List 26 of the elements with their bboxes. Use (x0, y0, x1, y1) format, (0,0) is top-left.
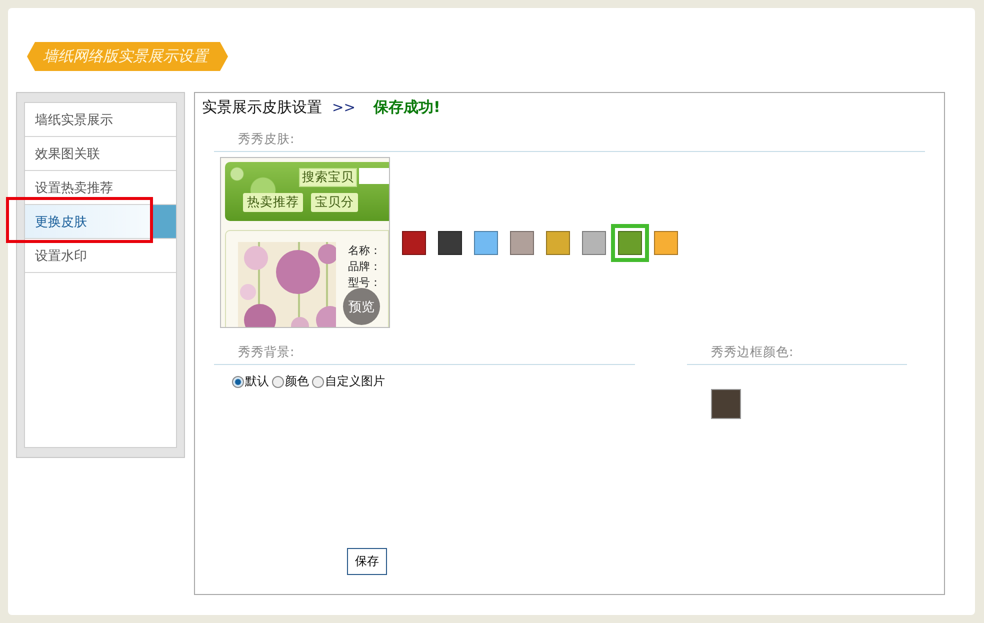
border-color-swatch[interactable] (711, 389, 741, 419)
search-label: 搜索宝贝 (299, 168, 357, 187)
breadcrumb: 实景展示皮肤设置 (202, 98, 322, 117)
color-swatch[interactable] (510, 230, 534, 254)
sidebar-item[interactable]: 更换皮肤 (25, 205, 176, 239)
color-swatch[interactable] (654, 230, 678, 254)
save-button[interactable]: 保存 (347, 548, 387, 575)
color-swatch[interactable] (438, 230, 462, 254)
radio-option[interactable]: 自定义图片 (312, 373, 385, 390)
section-title: 秀秀皮肤: (214, 131, 925, 152)
section-title: 秀秀边框颜色: (687, 344, 907, 365)
color-swatch[interactable] (582, 230, 606, 254)
color-swatch[interactable] (546, 230, 570, 254)
field-label: 品牌： (348, 259, 381, 274)
color-swatch[interactable] (474, 230, 498, 254)
page-title-banner: 墙纸网络版实景展示设置 (27, 42, 228, 71)
section-title: 秀秀背景: (214, 344, 635, 365)
field-label: 名称： (348, 243, 381, 258)
color-swatch[interactable] (402, 230, 426, 254)
status-message: 保存成功! (373, 98, 440, 117)
color-swatch[interactable] (611, 224, 649, 262)
radio-option[interactable]: 默认 (232, 373, 269, 390)
radio-option[interactable]: 颜色 (272, 373, 309, 390)
field-label: 型号： (348, 275, 381, 290)
preview-badge[interactable]: 预览 (343, 288, 380, 325)
breadcrumb-separator: >> (332, 100, 356, 116)
